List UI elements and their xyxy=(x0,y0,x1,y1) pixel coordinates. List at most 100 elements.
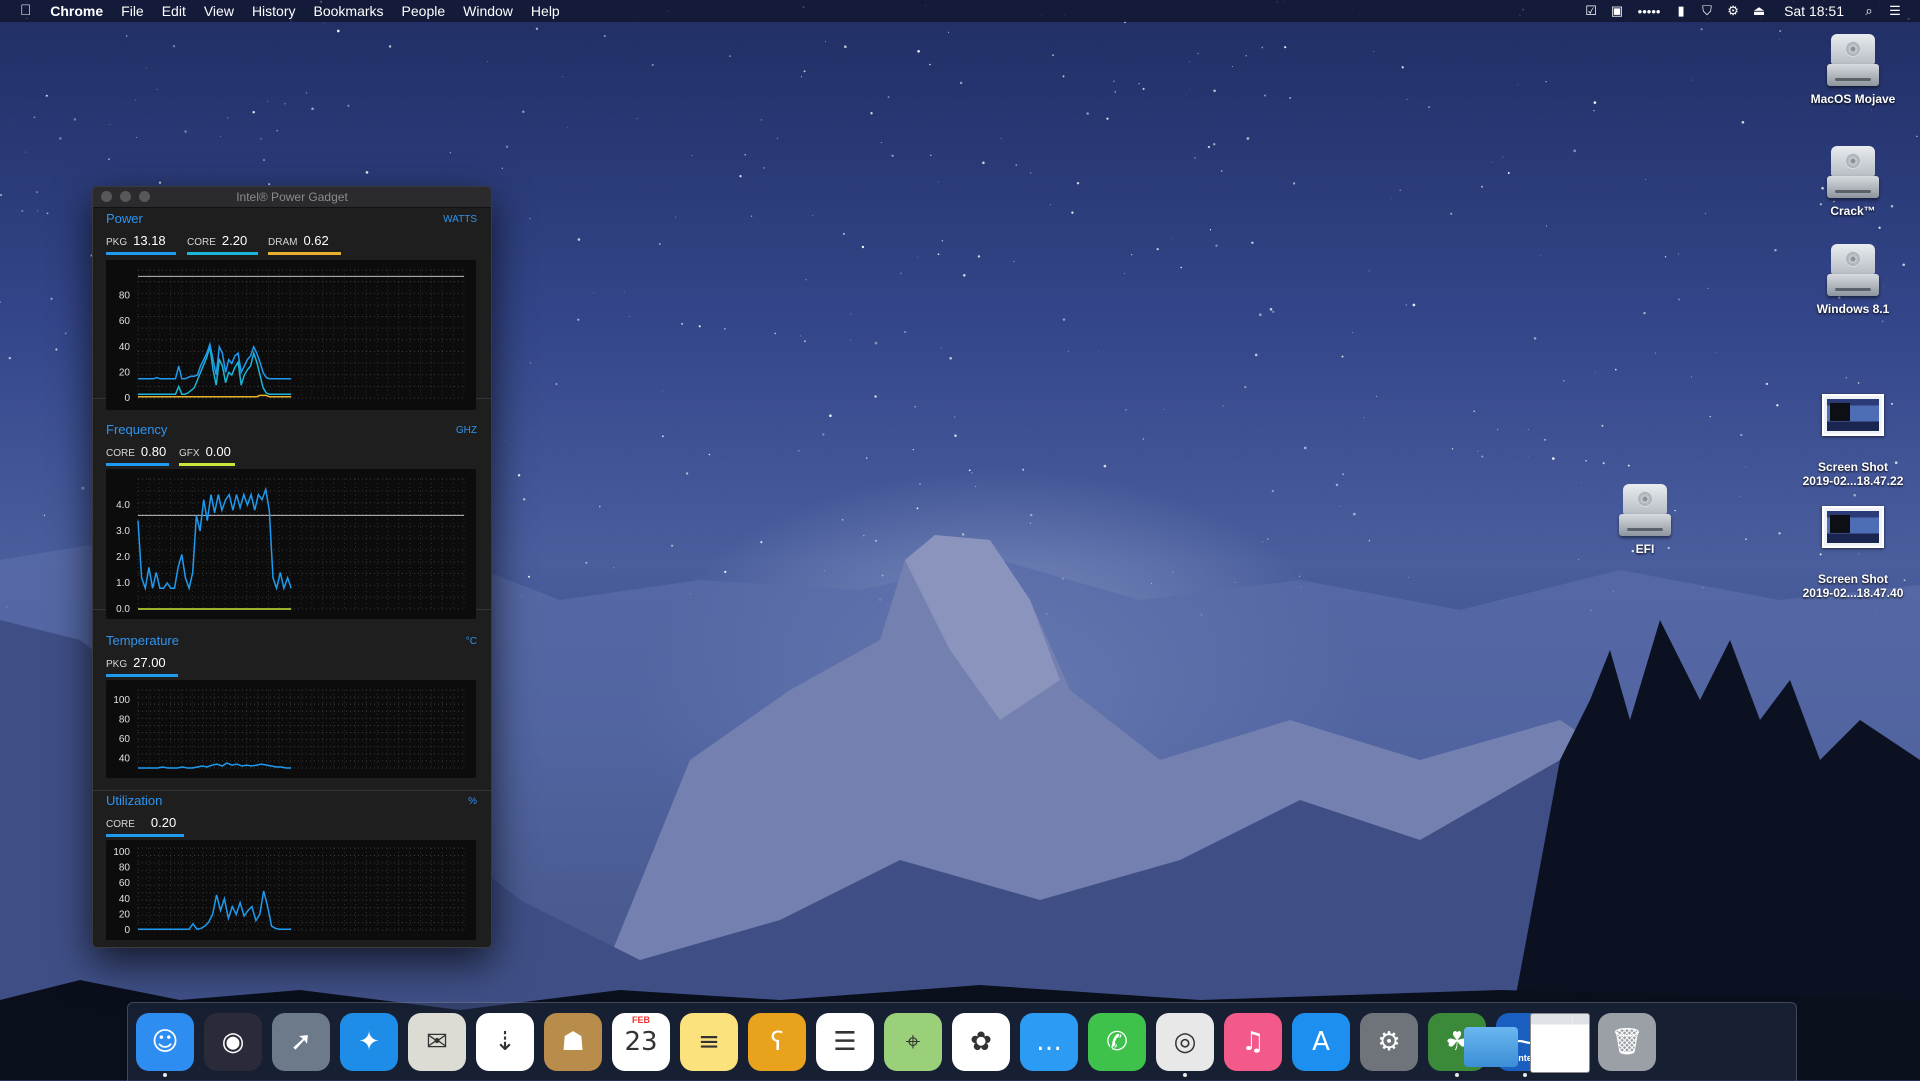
y-tick-label: 20 xyxy=(119,909,131,920)
panel-unit: WATTS xyxy=(443,214,477,225)
star xyxy=(1235,581,1236,583)
app-store-icon[interactable]: A xyxy=(1292,1013,1350,1071)
star xyxy=(739,174,742,178)
star xyxy=(1163,408,1165,410)
star xyxy=(1373,51,1375,52)
star xyxy=(577,318,580,321)
star xyxy=(841,519,844,521)
safari-icon[interactable]: ✦ xyxy=(340,1013,398,1071)
screenshot-thumbnail-icon xyxy=(1822,394,1884,436)
star xyxy=(1562,379,1565,382)
star xyxy=(968,469,971,472)
y-tick-label: 80 xyxy=(119,863,131,874)
notification-center-icon[interactable]: ☰ xyxy=(1884,0,1906,22)
eject-icon[interactable]: ⏏ xyxy=(1748,0,1770,22)
minimize-button[interactable] xyxy=(120,191,131,202)
menu-history[interactable]: History xyxy=(243,0,305,22)
dock-icon-caption: FEB xyxy=(632,1015,650,1025)
menu-bookmarks[interactable]: Bookmarks xyxy=(305,0,393,22)
star xyxy=(774,332,776,335)
system-preferences-icon[interactable]: ⚙ xyxy=(1360,1013,1418,1071)
star xyxy=(46,212,49,215)
star xyxy=(917,256,919,258)
star xyxy=(593,292,595,294)
desktop-icon-screenshot-1[interactable]: Screen Shot 2019-02...18.47.22 xyxy=(1793,372,1913,502)
star xyxy=(323,22,325,24)
facetime-icon[interactable]: ✆ xyxy=(1088,1013,1146,1071)
star xyxy=(1103,464,1107,468)
desktop-icon-macos-mojave[interactable]: MacOS Mojave xyxy=(1793,34,1913,106)
star xyxy=(1408,577,1410,579)
chrome-icon[interactable]: ◎ xyxy=(1156,1013,1214,1077)
spotlight-search-icon[interactable]: ⌕ xyxy=(1858,0,1880,22)
menu-view[interactable]: View xyxy=(195,0,243,22)
shield-icon[interactable]: ⛉ xyxy=(1696,0,1718,22)
status-menus: ☑ ▣ ••••• ▮ ⛉ ⚙ ⏏ Sat 18:51 ⌕ ☰ xyxy=(1578,0,1920,22)
reading-pkg: PKG 27.00 xyxy=(106,654,178,677)
desktop-icon-efi[interactable]: EFI xyxy=(1585,484,1705,556)
star xyxy=(36,191,38,194)
menu-window[interactable]: Window xyxy=(454,0,522,22)
dots-icon[interactable]: ••••• xyxy=(1632,0,1666,22)
star xyxy=(136,137,138,138)
gear-icon[interactable]: ⚙ xyxy=(1722,0,1744,22)
reminders-icon[interactable]: ☰ xyxy=(816,1013,874,1071)
desktop-icon-label: Crack™ xyxy=(1830,204,1876,218)
menu-help[interactable]: Help xyxy=(522,0,569,22)
star xyxy=(800,76,803,78)
star xyxy=(1704,213,1707,215)
messages-icon[interactable]: … xyxy=(1020,1013,1078,1071)
close-button[interactable] xyxy=(101,191,112,202)
star xyxy=(1707,287,1709,290)
mail-icon[interactable]: ✉ xyxy=(408,1013,466,1071)
apple-menu-icon[interactable]:  xyxy=(0,0,41,22)
star xyxy=(947,31,950,33)
menu-file[interactable]: File xyxy=(112,0,153,22)
siri-icon[interactable]: ◉ xyxy=(204,1013,262,1071)
y-tick-label: 0 xyxy=(124,393,130,404)
trash-icon[interactable]: 🗑 xyxy=(1598,1013,1656,1071)
star xyxy=(1578,559,1579,561)
chrome-window-icon[interactable] xyxy=(1530,1013,1590,1073)
desktop-icon-windows[interactable]: Windows 8.1 xyxy=(1793,244,1913,316)
battery-icon[interactable]: ▮ xyxy=(1670,0,1692,22)
reading-value: 13.18 xyxy=(133,233,166,248)
istat-icon[interactable]: ⇣ xyxy=(476,1013,534,1071)
menu-clock[interactable]: Sat 18:51 xyxy=(1784,3,1844,19)
itunes-icon[interactable]: ♫ xyxy=(1224,1013,1282,1071)
maps-icon[interactable]: ⌖ xyxy=(884,1013,942,1071)
launchpad-icon[interactable]: ➚ xyxy=(272,1013,330,1071)
checkbox-icon[interactable]: ☑ xyxy=(1580,0,1602,22)
reading-label: DRAM xyxy=(268,237,298,248)
star xyxy=(13,119,15,121)
star xyxy=(1745,466,1747,468)
star xyxy=(937,181,939,183)
downloads-folder-icon[interactable] xyxy=(1462,1013,1520,1071)
star xyxy=(880,142,882,144)
menu-edit[interactable]: Edit xyxy=(153,0,195,22)
y-tick-label: 100 xyxy=(113,695,130,706)
desktop-icon-crack[interactable]: Crack™ xyxy=(1793,146,1913,218)
zoom-button[interactable] xyxy=(139,191,150,202)
star xyxy=(501,167,503,169)
calendar-icon[interactable]: 23 FEB xyxy=(612,1013,670,1071)
contacts-icon[interactable]: ☗ xyxy=(544,1013,602,1071)
photos-icon[interactable]: ✿ xyxy=(952,1013,1010,1071)
star xyxy=(863,534,865,537)
star xyxy=(1222,405,1224,407)
menu-people[interactable]: People xyxy=(393,0,455,22)
desktop-icon-screenshot-2[interactable]: Screen Shot 2019-02...18.47.40 xyxy=(1793,484,1913,614)
window-title-bar[interactable]: Intel® Power Gadget xyxy=(93,187,491,208)
menu-app-name[interactable]: Chrome xyxy=(41,0,112,22)
notification-icon[interactable]: ▣ xyxy=(1606,0,1628,22)
star xyxy=(172,44,176,48)
finder-icon[interactable]: ☺ xyxy=(136,1013,194,1077)
notes-icon[interactable]: ≡ xyxy=(680,1013,738,1071)
star xyxy=(1779,38,1780,40)
dock-icon-glyph: ✦ xyxy=(358,1027,380,1057)
tunnelbear-icon[interactable]: ʕ xyxy=(748,1013,806,1071)
star xyxy=(388,45,392,48)
star xyxy=(1627,464,1630,467)
frequency-chart-svg: 4.0 3.0 2.0 1.0 0.0 xyxy=(116,478,465,615)
star xyxy=(904,331,907,334)
